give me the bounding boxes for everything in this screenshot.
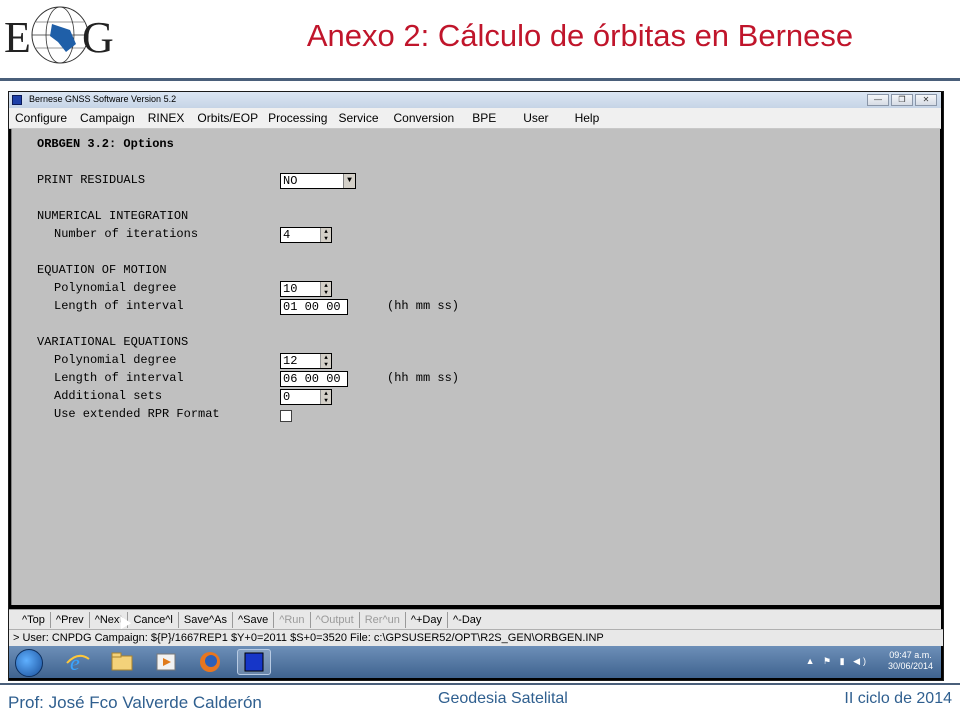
window-titlebar: Bernese GNSS Software Version 5.2 — ❐ ✕ bbox=[9, 92, 941, 108]
header-divider bbox=[0, 78, 960, 81]
explorer-icon[interactable] bbox=[105, 649, 139, 675]
options-panel: ORBGEN 3.2: Options PRINT RESIDUALS NO ▼… bbox=[11, 129, 940, 605]
menu-processing[interactable]: Processing bbox=[268, 111, 327, 125]
bernese-window: Bernese GNSS Software Version 5.2 — ❐ ✕ … bbox=[8, 91, 944, 681]
app-icon bbox=[12, 95, 22, 105]
svg-text:E: E bbox=[4, 13, 31, 62]
ve-interval-unit: (hh mm ss) bbox=[387, 371, 460, 385]
status-bar: > User: CNPDG Campaign: ${P}/1667REP1 $Y… bbox=[9, 629, 943, 646]
svg-text:G: G bbox=[82, 13, 114, 62]
ve-interval-value: 06 00 00 bbox=[283, 372, 341, 386]
efg-logo: E G bbox=[4, 2, 116, 68]
footer-author: Prof: José Fco Valverde Calderón bbox=[8, 693, 262, 712]
menu-bpe[interactable]: BPE bbox=[472, 111, 496, 125]
eom-polynomial-spinner[interactable]: ▲ ▼ bbox=[320, 282, 331, 296]
ve-polynomial-label: Polynomial degree bbox=[54, 353, 177, 367]
iterations-value: 4 bbox=[283, 228, 291, 242]
start-button[interactable] bbox=[15, 649, 43, 677]
footer-course: Geodesia Satelital bbox=[438, 690, 568, 707]
ve-interval-field[interactable]: 06 00 00 bbox=[280, 371, 348, 387]
minus-day-button[interactable]: ^-Day bbox=[448, 612, 486, 628]
equation-of-motion-heading: EQUATION OF MOTION bbox=[37, 263, 167, 277]
eom-interval-unit: (hh mm ss) bbox=[387, 299, 460, 313]
svg-text:e: e bbox=[70, 650, 80, 675]
menu-user[interactable]: User bbox=[523, 111, 548, 125]
clock-time: 09:47 a.m. bbox=[889, 650, 932, 660]
action-button-bar: ^Top ^Prev ^Next Cance^l Save^As ^Save ^… bbox=[9, 609, 941, 630]
eom-polynomial-field[interactable]: 10 ▲ ▼ bbox=[280, 281, 332, 297]
menu-service[interactable]: Service bbox=[338, 111, 378, 125]
bernese-icon[interactable] bbox=[237, 649, 271, 675]
menu-bar: Configure Campaign RINEX Orbits/EOP Proc… bbox=[9, 108, 941, 129]
ve-interval-label: Length of interval bbox=[54, 371, 184, 385]
eom-interval-field[interactable]: 01 00 00 bbox=[280, 299, 348, 315]
rpr-format-label: Use extended RPR Format bbox=[54, 407, 220, 421]
save-button[interactable]: ^Save bbox=[233, 612, 275, 628]
top-button[interactable]: ^Top bbox=[17, 612, 51, 628]
menu-rinex[interactable]: RINEX bbox=[148, 111, 185, 125]
print-residuals-value: NO bbox=[283, 174, 298, 188]
media-player-icon[interactable] bbox=[149, 649, 183, 675]
additional-sets-label: Additional sets bbox=[54, 389, 163, 403]
additional-sets-field[interactable]: 0 ▲ ▼ bbox=[280, 389, 332, 405]
plus-day-button[interactable]: ^+Day bbox=[406, 612, 448, 628]
prev-button[interactable]: ^Prev bbox=[51, 612, 90, 628]
numerical-integration-heading: NUMERICAL INTEGRATION bbox=[37, 209, 189, 223]
additional-sets-spinner[interactable]: ▲ ▼ bbox=[320, 390, 331, 404]
eom-interval-value: 01 00 00 bbox=[283, 300, 341, 314]
iterations-field[interactable]: 4 ▲ ▼ bbox=[280, 227, 332, 243]
restore-button[interactable]: ❐ bbox=[891, 94, 913, 106]
menu-conversion[interactable]: Conversion bbox=[394, 111, 455, 125]
clock-date: 30/06/2014 bbox=[887, 661, 933, 671]
windows-taskbar: e ▲ ⚑ ▮ ◀) 09:47 a.m. 30/06/2014 bbox=[9, 646, 941, 678]
save-as-button[interactable]: Save^As bbox=[179, 612, 233, 628]
ve-polynomial-value: 12 bbox=[283, 354, 298, 368]
menu-help[interactable]: Help bbox=[575, 111, 600, 125]
rerun-button[interactable]: Rer^un bbox=[360, 612, 406, 628]
rpr-format-checkbox[interactable] bbox=[280, 410, 292, 422]
iterations-spinner[interactable]: ▲ ▼ bbox=[320, 228, 331, 242]
eom-interval-label: Length of interval bbox=[54, 299, 184, 313]
ve-polynomial-spinner[interactable]: ▲ ▼ bbox=[320, 354, 331, 368]
ie-icon[interactable]: e bbox=[61, 649, 95, 675]
footer-term: II ciclo de 2014 bbox=[844, 690, 952, 707]
menu-campaign[interactable]: Campaign bbox=[80, 111, 135, 125]
close-button[interactable]: ✕ bbox=[915, 94, 937, 106]
run-button[interactable]: ^Run bbox=[274, 612, 311, 628]
eom-polynomial-value: 10 bbox=[283, 282, 298, 296]
eom-polynomial-label: Polynomial degree bbox=[54, 281, 177, 295]
menu-orbits-eop[interactable]: Orbits/EOP bbox=[197, 111, 258, 125]
variational-equations-heading: VARIATIONAL EQUATIONS bbox=[37, 335, 189, 349]
minimize-button[interactable]: — bbox=[867, 94, 889, 106]
window-title: Bernese GNSS Software Version 5.2 bbox=[29, 94, 177, 104]
print-residuals-select[interactable]: NO ▼ bbox=[280, 173, 356, 189]
output-button[interactable]: ^Output bbox=[311, 612, 360, 628]
footer-divider bbox=[0, 683, 960, 685]
clock[interactable]: 09:47 a.m. 30/06/2014 bbox=[888, 650, 933, 672]
additional-sets-value: 0 bbox=[283, 390, 291, 404]
print-residuals-label: PRINT RESIDUALS bbox=[37, 173, 146, 187]
panel-heading: ORBGEN 3.2: Options bbox=[37, 137, 174, 151]
chevron-down-icon[interactable]: ▼ bbox=[343, 174, 355, 188]
ve-polynomial-field[interactable]: 12 ▲ ▼ bbox=[280, 353, 332, 369]
system-tray-icons[interactable]: ▲ ⚑ ▮ ◀) bbox=[806, 656, 869, 667]
firefox-icon[interactable] bbox=[193, 649, 227, 675]
slide-title: Anexo 2: Cálculo de órbitas en Bernese bbox=[306, 18, 854, 53]
menu-configure[interactable]: Configure bbox=[15, 111, 67, 125]
cancel-button[interactable]: Cance^l bbox=[128, 612, 179, 628]
iterations-label: Number of iterations bbox=[54, 227, 199, 241]
